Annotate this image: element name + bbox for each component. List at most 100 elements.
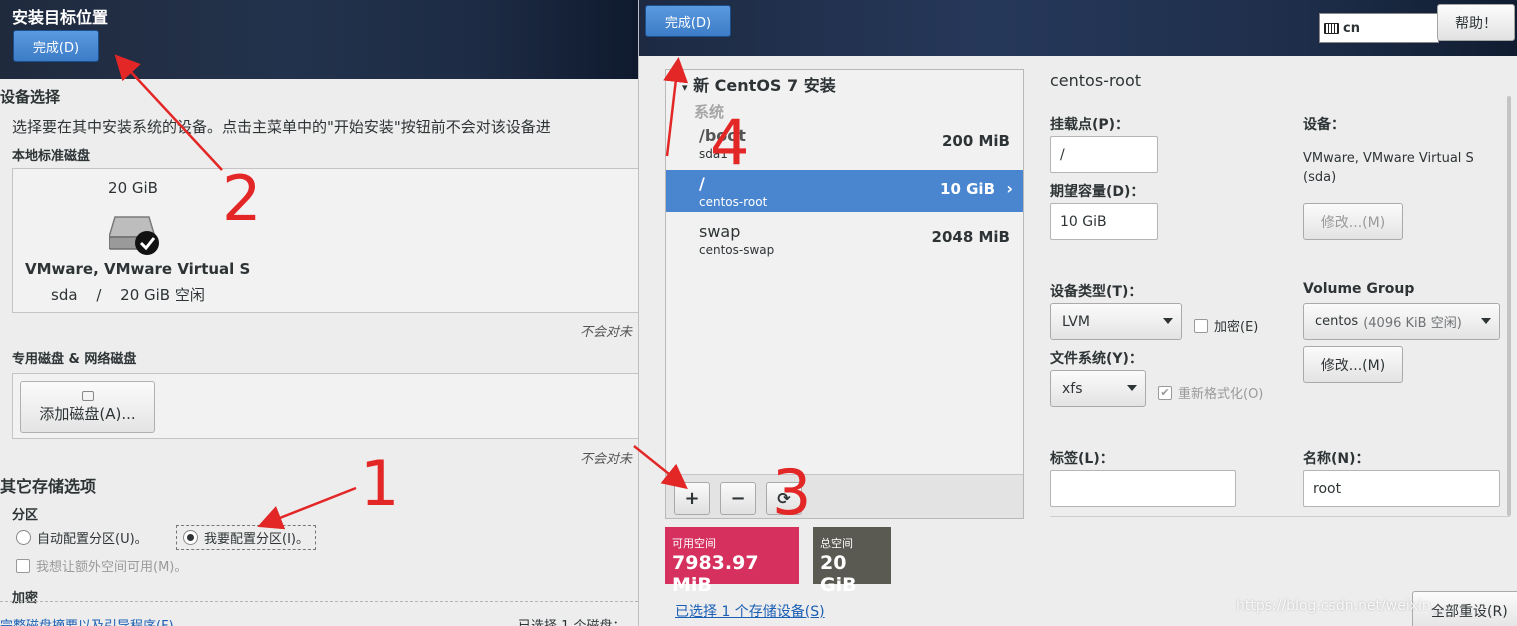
right-header-bar: 完成(D) cn 帮助！ bbox=[639, 0, 1517, 56]
right-done-button[interactable]: 完成(D) bbox=[645, 5, 731, 37]
auto-partition-radio[interactable]: 自动配置分区(U)。 bbox=[16, 528, 148, 547]
local-disks-box: 20 GiB VMware, VMware Virtual S sda / 20… bbox=[12, 168, 638, 313]
disk-add-icon bbox=[81, 390, 94, 401]
encryption-label: 加密 bbox=[12, 591, 39, 606]
partition-toolbar: + − ⟳ bbox=[666, 474, 1023, 518]
total-space-value: 20 GiB bbox=[820, 552, 857, 596]
checkbox-checked-icon: ✔ bbox=[1158, 385, 1172, 400]
device-type-label: 设备类型(T)： bbox=[1050, 284, 1143, 300]
page-title: 安装目标位置 bbox=[12, 8, 109, 27]
dropdown-arrow-icon bbox=[1163, 318, 1173, 324]
disk-free-space: 20 GiB 空闲 bbox=[120, 286, 205, 304]
tag-label: 标签(L)： bbox=[1050, 451, 1114, 467]
partition-size: 2048 MiB bbox=[931, 228, 1010, 246]
radio-on-icon bbox=[183, 530, 198, 545]
checkbox-empty-icon bbox=[1194, 318, 1208, 333]
total-space-label: 总空间 bbox=[820, 537, 853, 550]
volume-group-free: (4096 KiB 空闲) bbox=[1363, 316, 1462, 331]
annotation-number-1: 1 bbox=[360, 447, 400, 520]
device-selection-description: 选择要在其中安装系统的设备。点击主菜单中的"开始安装"按钮前不会对该设备进 bbox=[12, 118, 551, 136]
modify-volume-group-button[interactable]: 修改...(M) bbox=[1303, 346, 1403, 383]
no-change-note-1: 不会对未 bbox=[580, 325, 633, 340]
device-value: VMware, VMware Virtual S (sda) bbox=[1303, 151, 1474, 185]
extra-space-checkbox[interactable]: 我想让额外空间可用(M)。 bbox=[16, 556, 187, 575]
full-disk-summary-link[interactable]: 完整磁盘摘要以及引导程序(F)... bbox=[0, 615, 186, 626]
device-label: 设备： bbox=[1303, 117, 1345, 133]
other-storage-heading: 其它存储选项 bbox=[0, 477, 97, 496]
available-space-label: 可用空间 bbox=[672, 537, 716, 550]
desired-capacity-label: 期望容量(D)： bbox=[1050, 184, 1145, 200]
add-partition-button[interactable]: + bbox=[674, 482, 710, 515]
left-done-button[interactable]: 完成(D) bbox=[13, 30, 99, 62]
add-disk-label: 添加磁盘(A)... bbox=[39, 404, 136, 423]
disk-size: 20 GiB bbox=[108, 179, 158, 197]
filesystem-label: 文件系统(Y)： bbox=[1050, 351, 1143, 367]
chevron-right-icon: › bbox=[1006, 179, 1013, 198]
special-disks-box: 添加磁盘(A)... bbox=[12, 373, 638, 439]
partitioning-label: 分区 bbox=[12, 508, 39, 523]
name-input[interactable]: root bbox=[1303, 470, 1500, 507]
local-disks-label: 本地标准磁盘 bbox=[12, 149, 91, 164]
disk-meta: sda / 20 GiB 空闲 bbox=[51, 284, 205, 305]
total-space-badge: 总空间 20 GiB bbox=[813, 527, 891, 596]
manual-partitioning-panel: 完成(D) cn 帮助！ ▾ 新 CentOS 7 安装 系统 /boot sd… bbox=[638, 0, 1517, 626]
available-space-value: 7983.97 MiB bbox=[672, 552, 759, 596]
no-change-note-2: 不会对未 bbox=[580, 452, 633, 467]
encrypt-checkbox[interactable]: 加密(E) bbox=[1194, 316, 1258, 335]
available-space-badge: 可用空间 7983.97 MiB bbox=[665, 527, 799, 596]
disk-device: sda bbox=[51, 286, 78, 304]
detail-divider bbox=[1050, 516, 1510, 517]
watermark-text: https://blog.csdn.net/weixin_... bbox=[1236, 598, 1452, 614]
disk-name: VMware, VMware Virtual S bbox=[25, 260, 251, 278]
left-header-bar: 安装目标位置 完成(D) bbox=[0, 0, 638, 79]
disk-card-sda[interactable]: 20 GiB VMware, VMware Virtual S sda / 20… bbox=[13, 169, 253, 313]
manual-partition-radio[interactable]: 我要配置分区(I)。 bbox=[176, 525, 316, 550]
radio-off-icon bbox=[16, 530, 31, 545]
mount-point-label: 挂载点(P)： bbox=[1050, 117, 1130, 133]
dropdown-arrow-icon bbox=[1127, 385, 1137, 391]
add-disk-button[interactable]: 添加磁盘(A)... bbox=[20, 381, 155, 433]
device-type-select[interactable]: LVM bbox=[1050, 303, 1182, 340]
annotation-number-4: 4 bbox=[710, 106, 750, 179]
dropdown-arrow-icon bbox=[1481, 318, 1491, 324]
remove-partition-button[interactable]: − bbox=[720, 482, 756, 515]
tag-input[interactable] bbox=[1050, 470, 1236, 507]
reformat-label: 重新格式化(O) bbox=[1178, 387, 1264, 402]
keyboard-layout-indicator[interactable]: cn bbox=[1319, 13, 1439, 43]
desired-capacity-input[interactable]: 10 GiB bbox=[1050, 203, 1158, 240]
dashed-divider bbox=[0, 601, 638, 602]
special-disks-label: 专用磁盘 & 网络磁盘 bbox=[12, 352, 137, 367]
reformat-checkbox[interactable]: ✔ 重新格式化(O) bbox=[1158, 383, 1263, 402]
checkbox-empty-icon bbox=[16, 558, 30, 573]
partition-size: 200 MiB bbox=[941, 132, 1010, 150]
mount-point-input[interactable]: / bbox=[1050, 136, 1158, 173]
manual-partition-label: 我要配置分区(I)。 bbox=[204, 532, 309, 547]
selected-storage-devices-link[interactable]: 已选择 1 个存储设备(S) bbox=[675, 601, 825, 621]
keyboard-icon bbox=[1324, 22, 1339, 34]
partition-size: 10 GiB bbox=[940, 180, 995, 198]
modify-device-button[interactable]: 修改...(M) bbox=[1303, 203, 1403, 240]
volume-group-label: Volume Group bbox=[1303, 281, 1415, 297]
volume-group-value: centos bbox=[1315, 314, 1359, 329]
disk-separator: / bbox=[96, 286, 102, 304]
annotation-number-3: 3 bbox=[772, 456, 812, 529]
volume-group-select[interactable]: centos (4096 KiB 空闲) bbox=[1303, 303, 1500, 340]
partition-device: centos-swap bbox=[699, 243, 775, 257]
partition-row[interactable]: swap centos-swap 2048 MiB bbox=[666, 218, 1023, 260]
filesystem-select[interactable]: xfs bbox=[1050, 370, 1146, 407]
encrypt-label: 加密(E) bbox=[1214, 320, 1259, 335]
new-install-group[interactable]: ▾ 新 CentOS 7 安装 bbox=[682, 72, 836, 96]
extra-space-label: 我想让额外空间可用(M)。 bbox=[36, 560, 188, 575]
selected-disks-status: 已选择 1 个磁盘； bbox=[518, 615, 626, 626]
partition-device: centos-root bbox=[699, 195, 768, 209]
auto-partition-label: 自动配置分区(U)。 bbox=[37, 532, 148, 547]
filesystem-value: xfs bbox=[1062, 380, 1083, 397]
new-install-title: 新 CentOS 7 安装 bbox=[693, 76, 836, 95]
details-scrollbar[interactable] bbox=[1507, 96, 1511, 516]
hard-disk-checked-icon bbox=[109, 216, 159, 255]
partition-mount: / bbox=[699, 174, 705, 193]
annotation-number-2: 2 bbox=[222, 162, 262, 235]
installation-destination-panel: 安装目标位置 完成(D) 设备选择 选择要在其中安装系统的设备。点击主菜单中的"… bbox=[0, 0, 638, 626]
partition-mount: swap bbox=[699, 222, 741, 241]
help-button[interactable]: 帮助！ bbox=[1437, 4, 1515, 41]
